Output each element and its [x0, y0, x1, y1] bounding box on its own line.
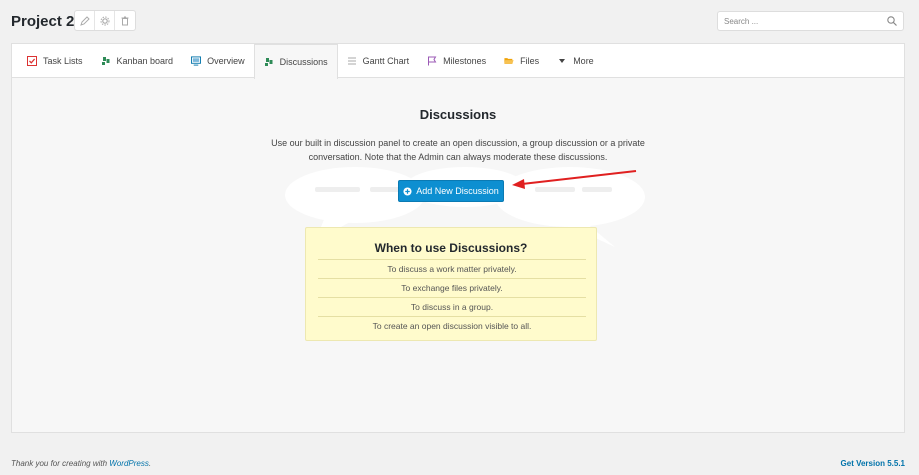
- caret-down-icon: [557, 56, 567, 66]
- list-item: To discuss in a group.: [318, 297, 586, 316]
- tab-label: Kanban board: [116, 55, 174, 66]
- red-arrow-annotation: [512, 170, 637, 189]
- tab-label: Milestones: [443, 55, 487, 66]
- tab-files[interactable]: Files: [495, 44, 548, 77]
- tab-label: Task Lists: [43, 55, 83, 66]
- discussions-description: Use our built in discussion panel to cre…: [271, 138, 645, 162]
- tab-overview[interactable]: Overview: [182, 44, 254, 77]
- tab-label: Overview: [207, 55, 245, 66]
- footer-thanks: Thank you for creating with WordPress.: [11, 459, 151, 468]
- trash-icon: [121, 16, 129, 25]
- when-to-use-box: When to use Discussions? To discuss a wo…: [305, 227, 597, 341]
- list-item: To exchange files privately.: [318, 278, 586, 297]
- wordpress-link[interactable]: WordPress: [109, 459, 149, 468]
- gantt-icon: [347, 56, 357, 66]
- kanban-icon: [101, 56, 111, 66]
- tab-kanban-board[interactable]: Kanban board: [92, 44, 183, 77]
- header: Project 2: [0, 0, 919, 42]
- tab-task-lists[interactable]: Task Lists: [18, 44, 92, 77]
- project-title: Project 2: [11, 13, 75, 30]
- list-item: To create an open discussion visible to …: [318, 316, 586, 335]
- add-new-discussion-button[interactable]: Add New Discussion: [398, 180, 504, 202]
- version-link[interactable]: Get Version 5.5.1: [841, 459, 905, 468]
- discussions-icon: [264, 57, 274, 67]
- when-to-use-title: When to use Discussions?: [374, 241, 528, 255]
- tab-milestones[interactable]: Milestones: [418, 44, 495, 77]
- settings-button[interactable]: [95, 11, 115, 30]
- footer-thanks-text: Thank you for creating with: [11, 459, 110, 468]
- tab-label: Gantt Chart: [362, 55, 410, 66]
- tab-gantt-chart[interactable]: Gantt Chart: [338, 44, 419, 77]
- folder-icon: [504, 56, 514, 66]
- discussions-title: Discussions: [419, 107, 497, 122]
- search-input[interactable]: [724, 16, 874, 27]
- edit-button[interactable]: [75, 11, 95, 30]
- tab-label: Discussions: [279, 57, 328, 67]
- tab-label: More: [573, 55, 594, 66]
- tab-discussions[interactable]: Discussions: [253, 44, 338, 79]
- gear-icon: [100, 16, 109, 25]
- when-to-use-list: To discuss a work matter privately. To e…: [318, 259, 586, 335]
- discussions-content: Discussions Use our built in discussion …: [12, 79, 904, 433]
- add-button-label: Add New Discussion: [416, 186, 499, 196]
- tab-more[interactable]: More: [548, 44, 603, 77]
- list-item: To discuss a work matter privately.: [318, 259, 586, 278]
- search-box: [717, 11, 904, 31]
- plus-circle-icon: [403, 186, 412, 196]
- pencil-icon: [79, 15, 90, 26]
- monitor-icon: [191, 55, 202, 66]
- task-list-icon: [27, 55, 37, 66]
- footer-thanks-suffix: .: [148, 459, 152, 468]
- project-panel: Task Lists Kanban board Overview Discuss…: [11, 43, 905, 433]
- tab-label: Files: [520, 55, 540, 66]
- project-tools: [74, 10, 136, 31]
- flag-icon: [427, 56, 437, 66]
- search-icon[interactable]: [886, 15, 898, 27]
- project-tabs: Task Lists Kanban board Overview Discuss…: [12, 44, 904, 79]
- delete-button[interactable]: [115, 11, 135, 30]
